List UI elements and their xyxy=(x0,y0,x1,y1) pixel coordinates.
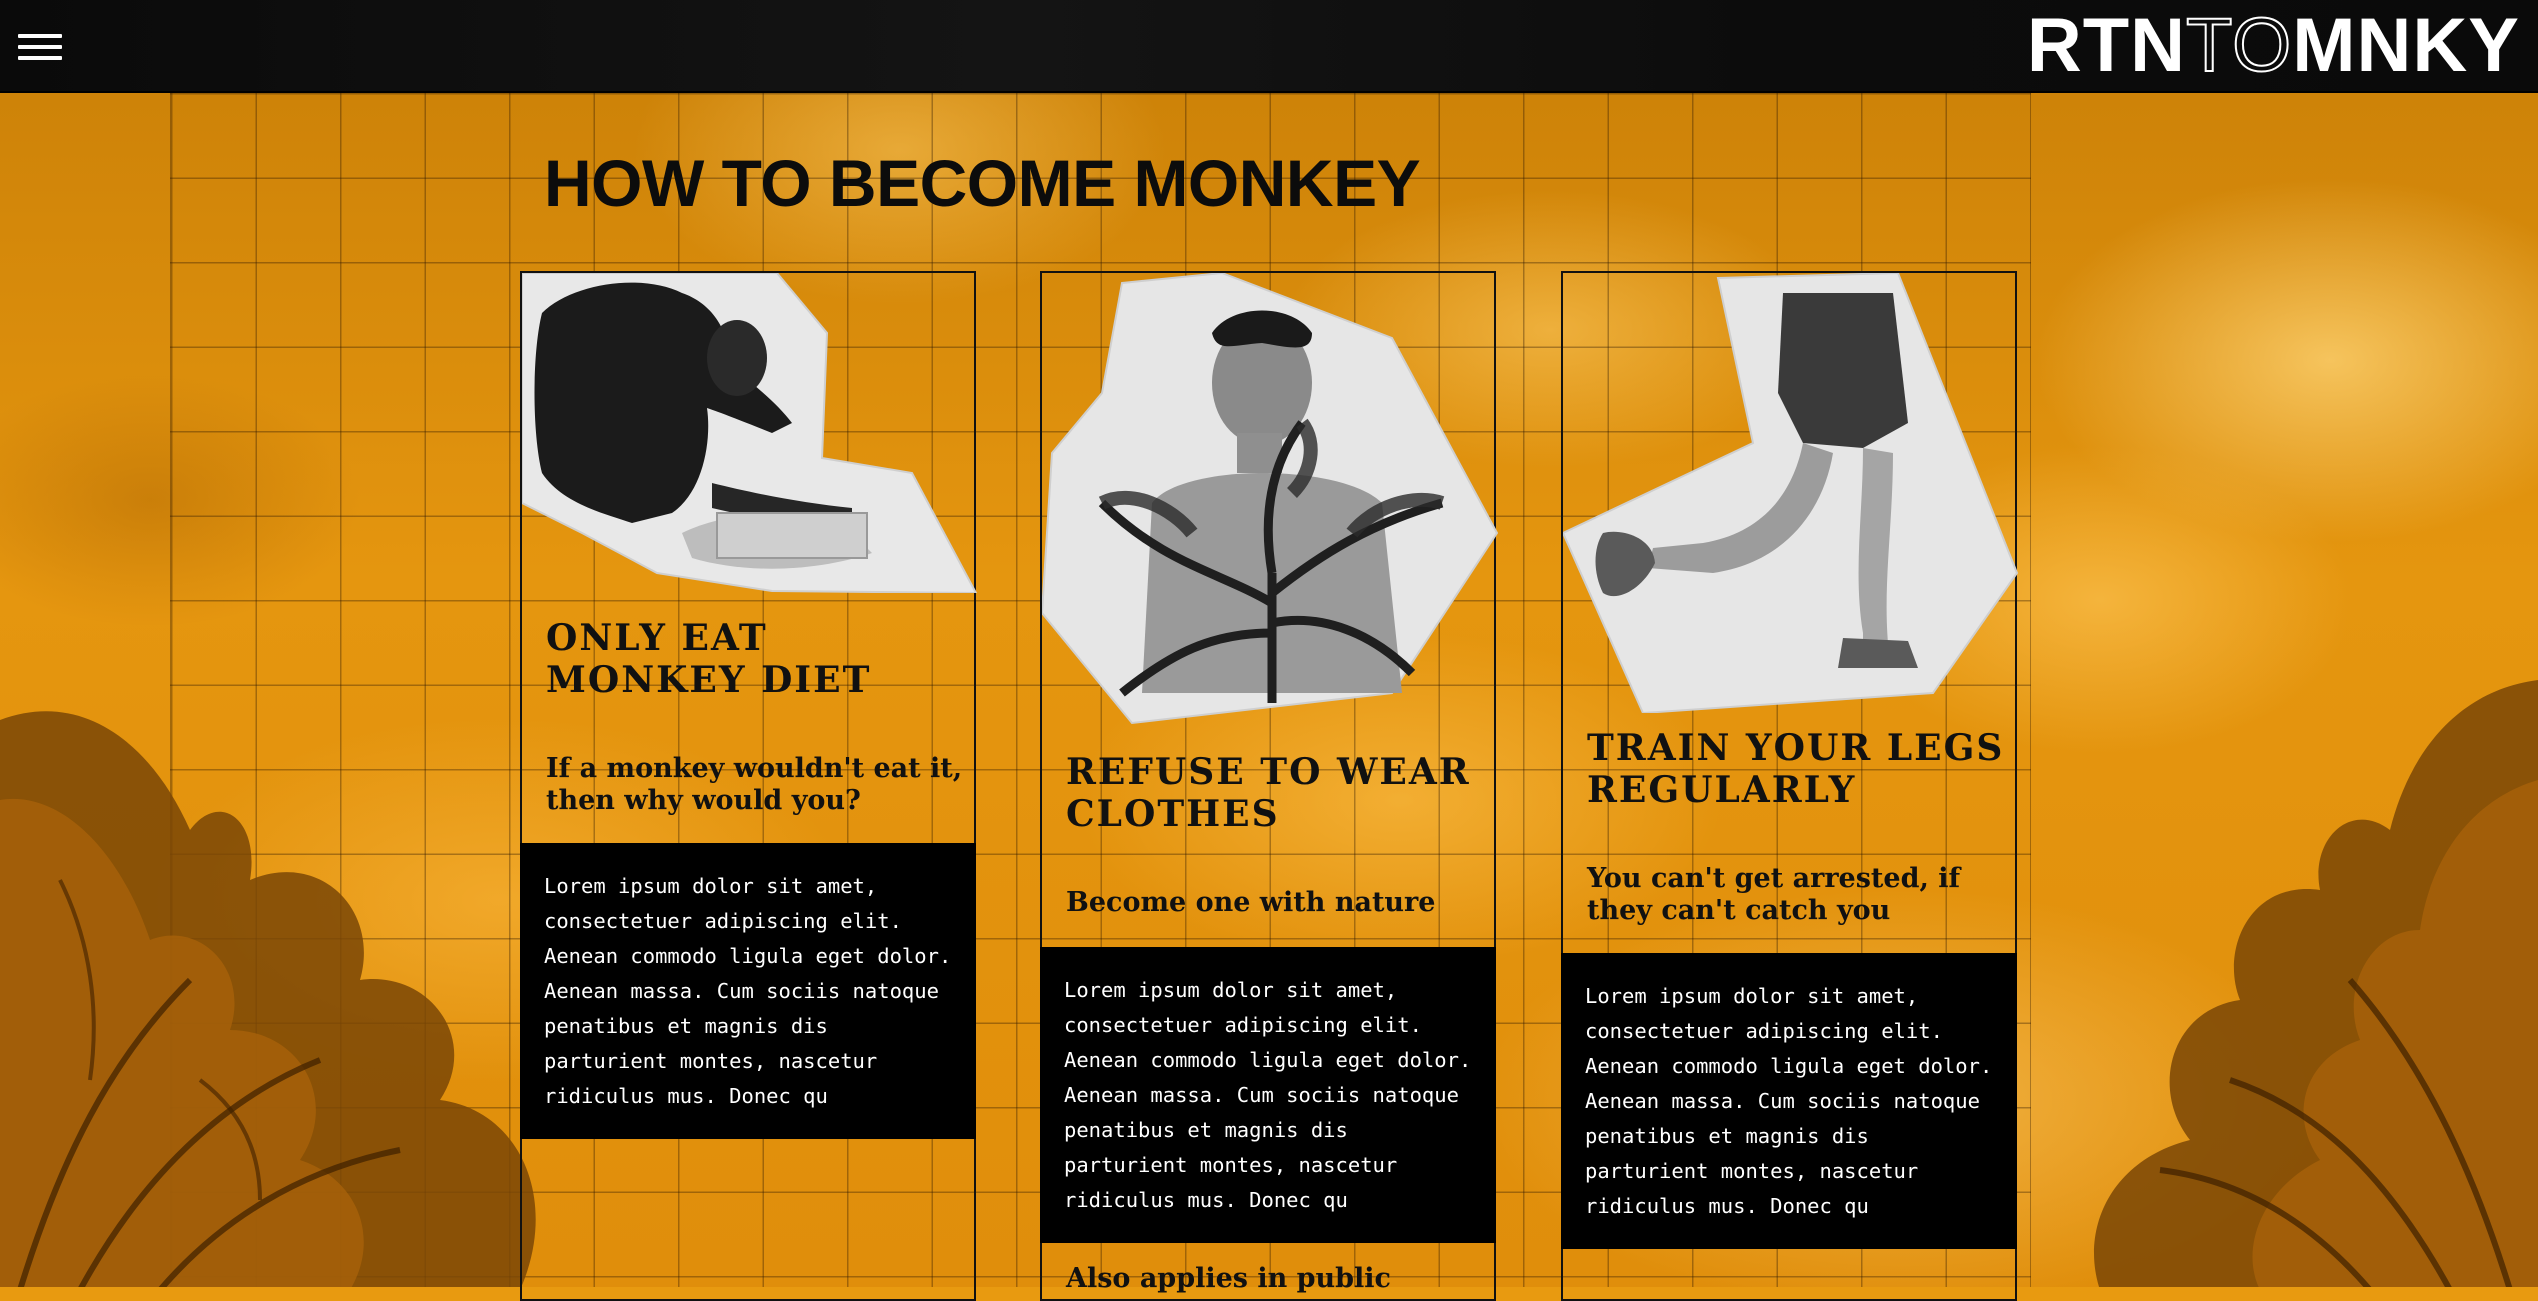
card-heading-line: CLOTHES xyxy=(1066,793,1280,835)
monstera-leaf-right-illustration xyxy=(2094,680,2538,1287)
card-heading-line: ONLY EAT xyxy=(546,617,768,659)
card-subtitle: If a monkey wouldn't eat it, then why wo… xyxy=(546,753,963,816)
card-subtitle: You can't get arrested, if they can't ca… xyxy=(1587,863,1961,926)
card-heading-line: REFUSE TO WEAR xyxy=(1066,751,1471,793)
hamburger-menu-icon[interactable] xyxy=(18,34,62,64)
card-extra-text: Also applies in public xyxy=(1066,1263,1391,1294)
card-heading: ONLY EAT MONKEY DIET xyxy=(546,617,871,701)
card-body-text: Lorem ipsum dolor sit amet, consectetuer… xyxy=(520,843,976,1139)
card-body-text: Lorem ipsum dolor sit amet, consectetuer… xyxy=(1561,953,2017,1249)
card-monkey-diet: ONLY EAT MONKEY DIET If a monkey wouldn'… xyxy=(520,271,978,1301)
card-heading-line: TRAIN YOUR LEGS xyxy=(1587,727,2005,769)
card-train-legs: TRAIN YOUR LEGS REGULARLY You can't get … xyxy=(1561,271,2019,1301)
page-title: HOW TO BECOME MONKEY xyxy=(544,146,1421,220)
monkey-photo xyxy=(522,273,978,593)
card-heading: REFUSE TO WEAR CLOTHES xyxy=(1066,751,1471,835)
card-heading-line: REGULARLY xyxy=(1587,769,1857,811)
logo-text-mnky: MNKY xyxy=(2292,3,2520,88)
running-legs-photo xyxy=(1563,273,2019,713)
logo-text-rtn: RTN xyxy=(2026,3,2187,88)
card-heading-line: MONKEY DIET xyxy=(546,659,872,701)
card-body-text: Lorem ipsum dolor sit amet, consectetuer… xyxy=(1040,947,1496,1243)
top-navigation-bar: RTNTOMNKY xyxy=(0,0,2538,93)
man-with-plant-photo xyxy=(1042,273,1498,725)
card-refuse-clothes: REFUSE TO WEAR CLOTHES Become one with n… xyxy=(1040,271,1498,1301)
logo-text-to: TO xyxy=(2185,3,2293,88)
site-logo[interactable]: RTNTOMNKY xyxy=(2026,3,2520,88)
card-subtitle: Become one with nature xyxy=(1066,887,1436,918)
card-heading: TRAIN YOUR LEGS REGULARLY xyxy=(1587,727,2004,811)
